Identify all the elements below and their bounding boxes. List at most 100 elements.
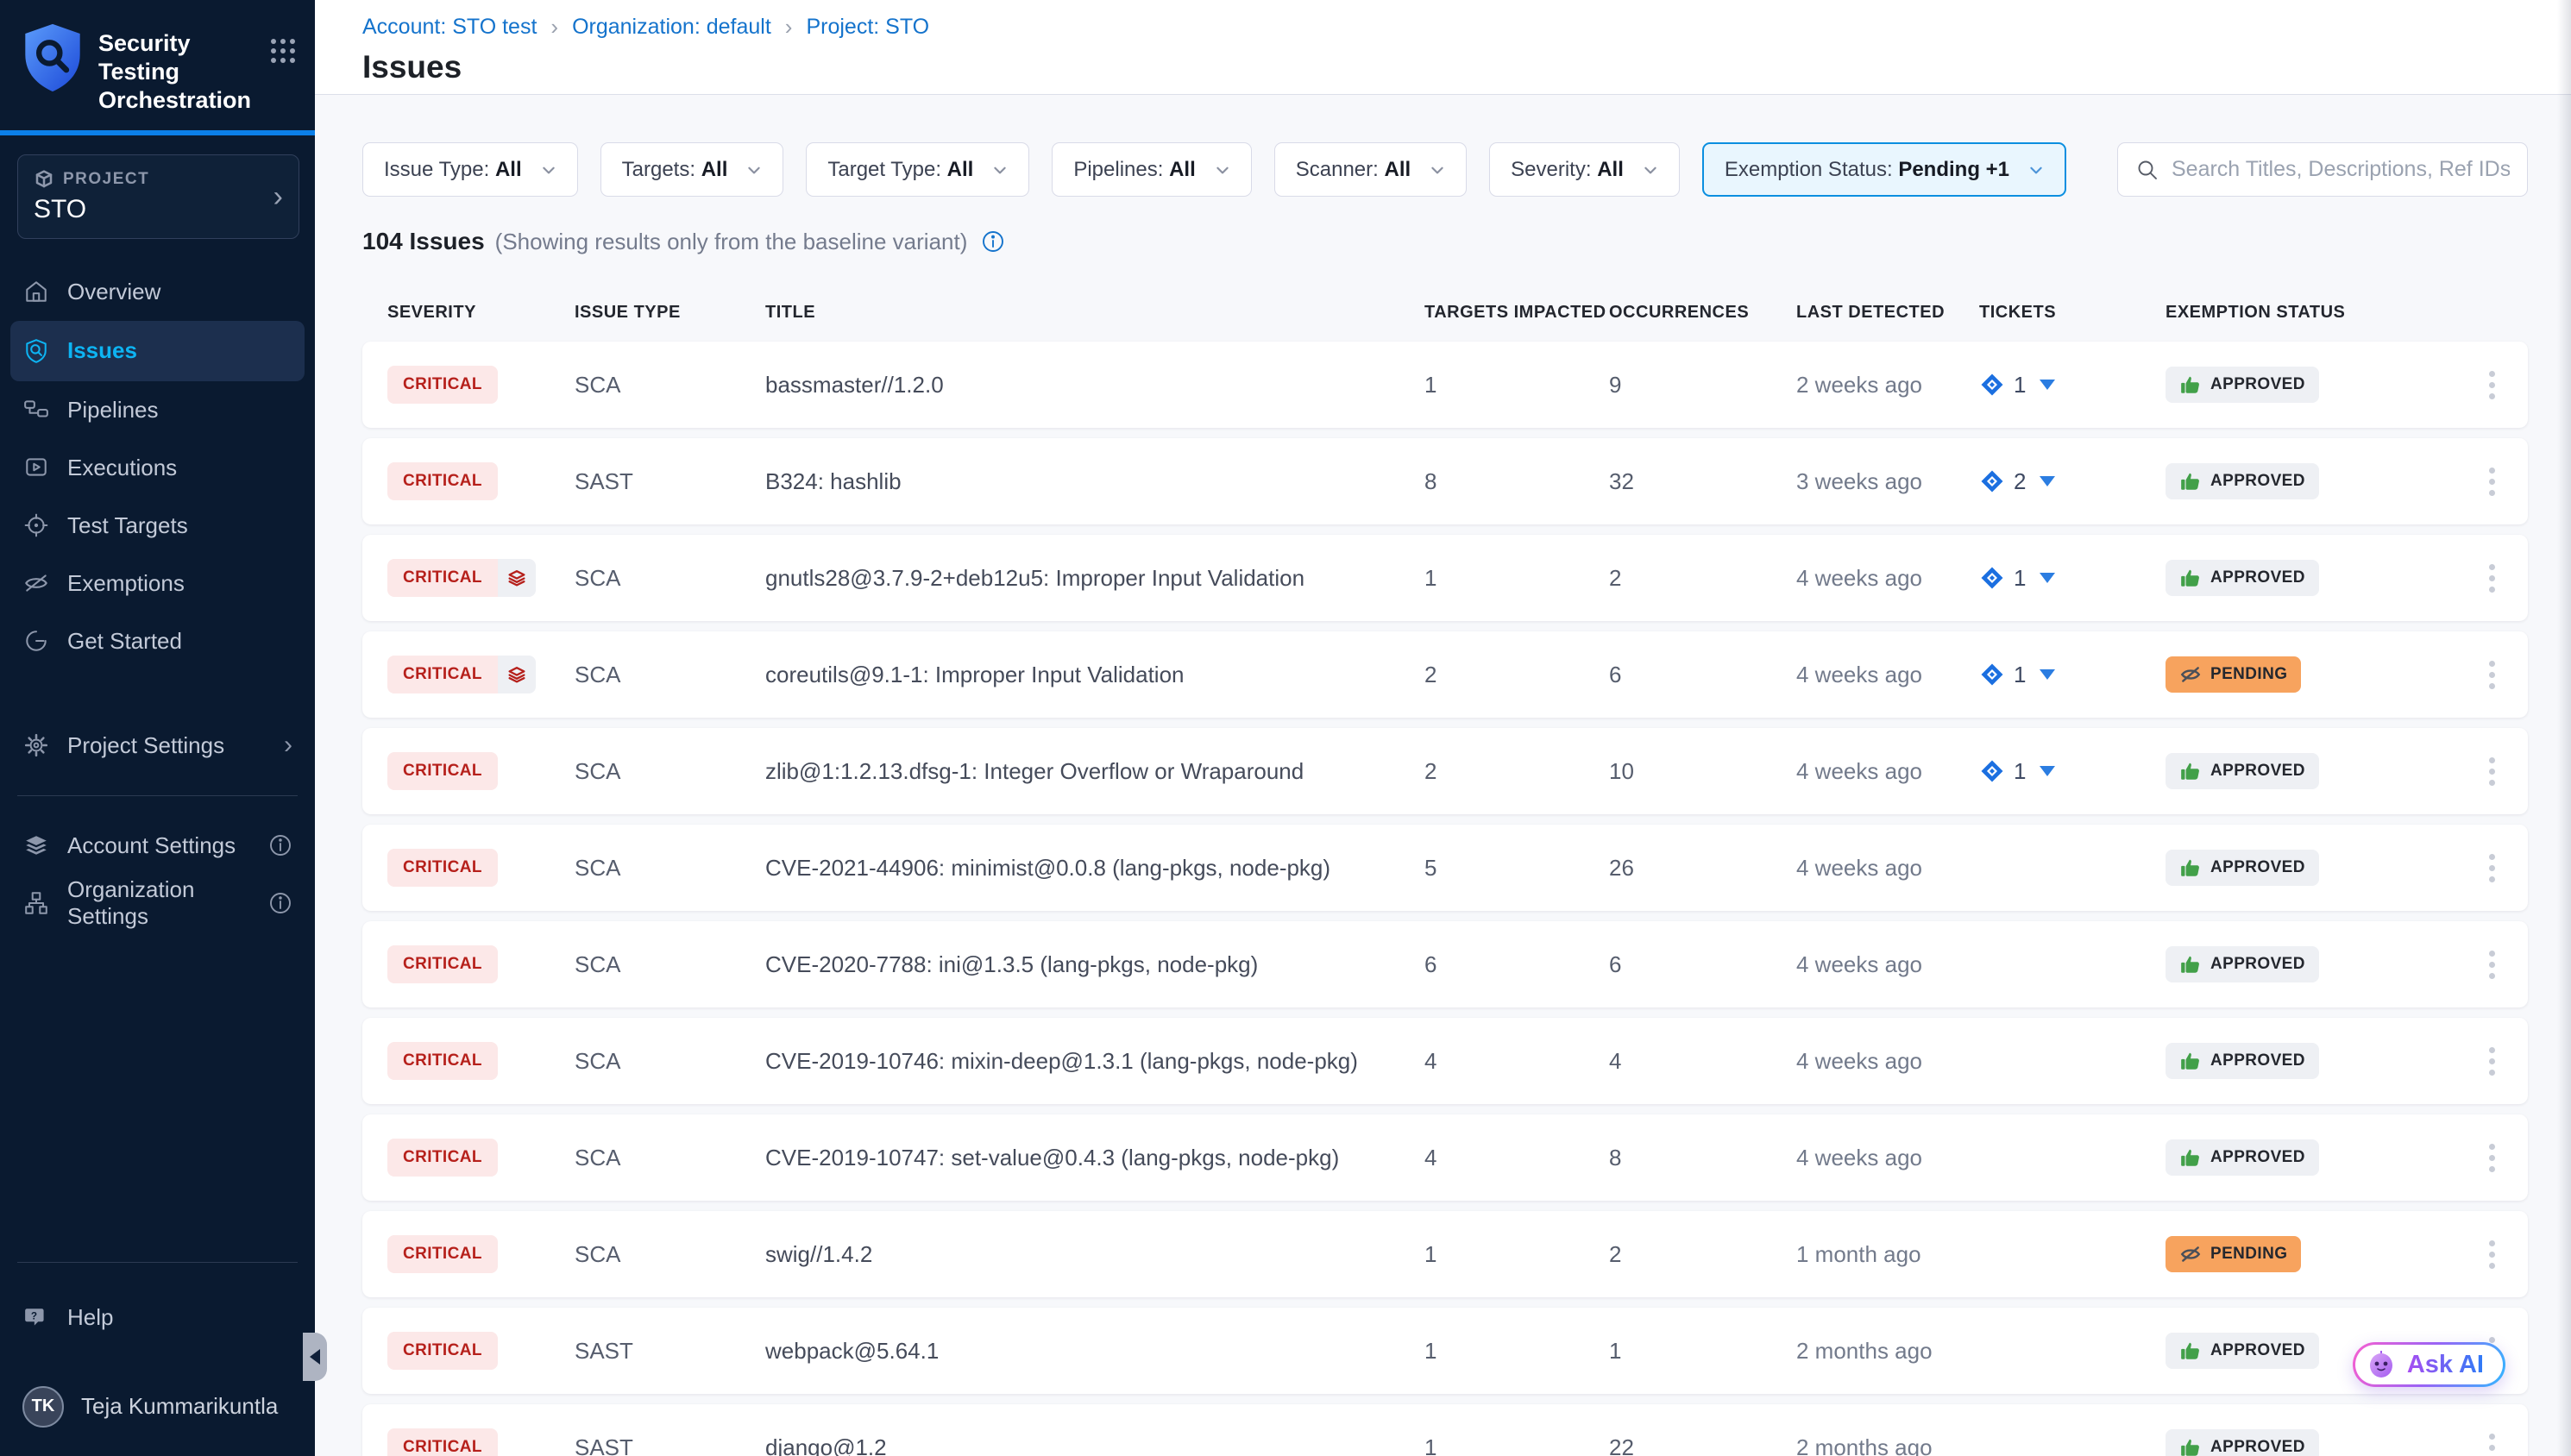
- table-row[interactable]: CRITICAL SCA swig//1.4.2 1 2 1 month ago…: [362, 1211, 2528, 1297]
- row-menu-button[interactable]: [2482, 847, 2502, 889]
- sidebar-divider: [17, 1262, 298, 1263]
- sidebar-item-executions[interactable]: Executions: [0, 439, 315, 497]
- filter-pipelines[interactable]: Pipelines: All: [1052, 142, 1251, 197]
- status-label: APPROVED: [2210, 955, 2305, 974]
- table-row[interactable]: CRITICAL SAST webpack@5.64.1 1 1 2 month…: [362, 1308, 2528, 1394]
- sidebar-item-account-settings[interactable]: Account Settings: [0, 817, 315, 875]
- row-menu-button[interactable]: [2482, 364, 2502, 406]
- occurrences: 8: [1609, 1145, 1796, 1171]
- row-menu-button[interactable]: [2482, 654, 2502, 696]
- table-row[interactable]: CRITICAL SCA gnutls28@3.7.9-2+deb12u5: I…: [362, 535, 2528, 621]
- sidebar-item-label: Account Settings: [67, 832, 236, 859]
- tickets-dropdown[interactable]: 1: [1979, 372, 2166, 399]
- ticket-expand-icon: [2040, 573, 2055, 583]
- table-row[interactable]: CRITICAL SCA bassmaster//1.2.0 1 9 2 wee…: [362, 342, 2528, 428]
- breadcrumb: Account: STO test › Organization: defaul…: [362, 14, 2571, 41]
- ticket-count: 2: [2014, 468, 2026, 495]
- severity-badge: CRITICAL: [387, 1332, 498, 1370]
- row-menu-button[interactable]: [2482, 1233, 2502, 1276]
- issues-shield-search-icon: [22, 337, 50, 365]
- table-row[interactable]: CRITICAL SCA zlib@1:1.2.13.dfsg-1: Integ…: [362, 728, 2528, 814]
- row-menu-button[interactable]: [2482, 1040, 2502, 1083]
- scrollbar-track[interactable]: [2557, 0, 2571, 1456]
- col-issue-type: ISSUE TYPE: [575, 303, 765, 323]
- row-menu-button[interactable]: [2482, 1427, 2502, 1456]
- col-targets-impacted: TARGETS IMPACTED: [1424, 303, 1609, 323]
- filter-severity[interactable]: Severity: All: [1489, 142, 1680, 197]
- row-menu-button[interactable]: [2482, 750, 2502, 793]
- row-menu-button[interactable]: [2482, 557, 2502, 599]
- filter-exemption-status[interactable]: Exemption Status: Pending +1: [1702, 142, 2066, 197]
- chevron-down-icon: [1643, 162, 1658, 178]
- targets-impacted: 2: [1424, 662, 1609, 688]
- row-menu-button[interactable]: [2482, 944, 2502, 986]
- filter-value: All: [495, 158, 522, 181]
- pipelines-icon: [22, 396, 50, 424]
- table-row[interactable]: CRITICAL SCA CVE-2020-7788: ini@1.3.5 (l…: [362, 921, 2528, 1007]
- sidebar-item-label: Executions: [67, 455, 177, 481]
- tickets-dropdown[interactable]: 1: [1979, 758, 2166, 785]
- col-tickets: TICKETS: [1979, 303, 2166, 323]
- col-title: TITLE: [765, 303, 1424, 323]
- app-switcher-grid-icon[interactable]: [268, 36, 298, 66]
- user-menu[interactable]: TK Teja Kummarikuntla: [0, 1378, 315, 1435]
- filter-label: Severity:: [1511, 158, 1591, 181]
- issue-title: webpack@5.64.1: [765, 1338, 1424, 1365]
- info-icon[interactable]: [268, 891, 292, 915]
- tickets-dropdown[interactable]: 2: [1979, 468, 2166, 495]
- ticket-count: 1: [2014, 565, 2026, 592]
- search-input[interactable]: [2172, 157, 2510, 182]
- tickets-dropdown[interactable]: 1: [1979, 662, 2166, 688]
- severity-badge: CRITICAL: [387, 1235, 498, 1273]
- breadcrumb-project[interactable]: Project: STO: [806, 15, 929, 40]
- filter-targets[interactable]: Targets: All: [600, 142, 784, 197]
- sidebar-item-label: Help: [67, 1304, 113, 1331]
- ask-ai-label: Ask AI: [2407, 1351, 2484, 1379]
- sidebar-item-overview[interactable]: Overview: [0, 263, 315, 321]
- breadcrumb-account[interactable]: Account: STO test: [362, 15, 537, 40]
- row-menu-button[interactable]: [2482, 461, 2502, 503]
- ticket-expand-icon: [2040, 380, 2055, 390]
- info-icon[interactable]: [268, 833, 292, 857]
- target-crosshair-icon: [22, 511, 50, 539]
- info-icon[interactable]: [981, 229, 1005, 254]
- table-row[interactable]: CRITICAL SAST B324: hashlib 8 32 3 weeks…: [362, 438, 2528, 524]
- last-detected: 4 weeks ago: [1796, 565, 1979, 592]
- filter-value: Pending +1: [1898, 158, 2009, 181]
- filter-issue-type[interactable]: Issue Type: All: [362, 142, 578, 197]
- sidebar-item-organization-settings[interactable]: Organization Settings: [0, 875, 315, 932]
- table-row[interactable]: CRITICAL SCA CVE-2021-44906: minimist@0.…: [362, 825, 2528, 911]
- sidebar-item-pipelines[interactable]: Pipelines: [0, 381, 315, 439]
- row-menu-button[interactable]: [2482, 1137, 2502, 1179]
- sidebar-item-label: Test Targets: [67, 512, 188, 539]
- filter-scanner[interactable]: Scanner: All: [1274, 142, 1467, 197]
- sidebar-item-help[interactable]: ? Help: [0, 1289, 315, 1346]
- chevron-down-icon: [1430, 162, 1445, 178]
- project-selector[interactable]: PROJECT STO ›: [17, 154, 299, 239]
- sidebar-collapse-handle[interactable]: [303, 1333, 327, 1381]
- col-severity: SEVERITY: [387, 303, 575, 323]
- sidebar-item-label: Exemptions: [67, 570, 185, 597]
- filter-label: Targets:: [622, 158, 695, 181]
- sidebar-item-exemptions[interactable]: Exemptions: [0, 555, 315, 612]
- ask-ai-button[interactable]: Ask AI: [2353, 1342, 2505, 1387]
- home-icon: [22, 278, 50, 305]
- tickets-dropdown[interactable]: 1: [1979, 565, 2166, 592]
- chevron-down-icon: [2028, 162, 2044, 178]
- svg-text:?: ?: [31, 1310, 37, 1321]
- col-occurrences: OCCURRENCES: [1609, 303, 1796, 323]
- table-row[interactable]: CRITICAL SCA coreutils@9.1-1: Improper I…: [362, 631, 2528, 718]
- sidebar-item-get-started[interactable]: Get Started: [0, 612, 315, 670]
- sidebar-item-issues[interactable]: Issues: [10, 321, 305, 381]
- ticket-count: 1: [2014, 372, 2026, 399]
- sidebar-item-test-targets[interactable]: Test Targets: [0, 497, 315, 555]
- filter-target-type[interactable]: Target Type: All: [806, 142, 1029, 197]
- severity-badge: CRITICAL: [387, 1139, 498, 1177]
- table-row[interactable]: CRITICAL SCA CVE-2019-10747: set-value@0…: [362, 1114, 2528, 1201]
- table-row[interactable]: CRITICAL SAST django@1.2 1 22 2 months a…: [362, 1404, 2528, 1456]
- targets-impacted: 4: [1424, 1048, 1609, 1075]
- collapse-arrow-icon: [310, 1349, 320, 1365]
- sidebar-item-project-settings[interactable]: Project Settings ›: [0, 717, 315, 775]
- table-row[interactable]: CRITICAL SCA CVE-2019-10746: mixin-deep@…: [362, 1018, 2528, 1104]
- breadcrumb-organization[interactable]: Organization: default: [572, 15, 771, 40]
